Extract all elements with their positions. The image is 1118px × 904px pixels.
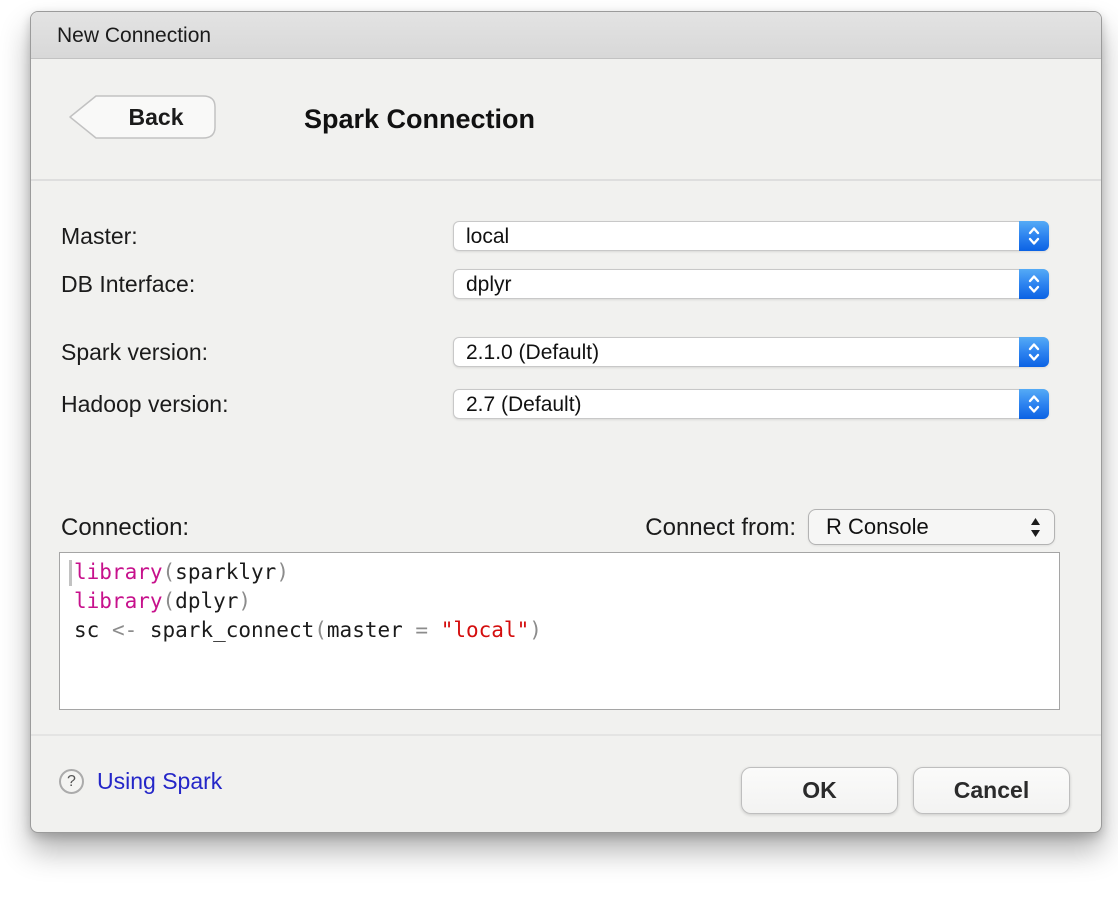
desktop-background: New Connection Back Spark Connection Mas… (0, 0, 1118, 904)
connection-code-editor[interactable]: library(sparklyr)library(dplyr)sc <- spa… (59, 552, 1060, 710)
connect-from-label: Connect from: (645, 510, 796, 546)
chevron-up-down-icon (1019, 269, 1049, 299)
help-icon[interactable]: ? (59, 769, 84, 794)
master-select-value: local (466, 222, 509, 251)
hadoop-version-select[interactable]: 2.7 (Default) (453, 389, 1049, 419)
spark-version-select-value: 2.1.0 (Default) (466, 338, 599, 367)
back-button[interactable]: Back (67, 92, 219, 142)
back-button-label: Back (95, 92, 217, 142)
dialog-titlebar: New Connection (31, 12, 1101, 59)
db-interface-select[interactable]: dplyr (453, 269, 1049, 299)
dialog-title: New Connection (57, 24, 211, 47)
up-down-arrows-icon (1029, 515, 1042, 545)
connect-from-select[interactable]: R Console (808, 509, 1055, 545)
spark-version-select[interactable]: 2.1.0 (Default) (453, 337, 1049, 367)
master-label: Master: (61, 221, 138, 251)
chevron-up-down-icon (1019, 221, 1049, 251)
text-cursor (69, 560, 72, 586)
ok-button[interactable]: OK (741, 767, 898, 814)
new-connection-dialog: New Connection Back Spark Connection Mas… (30, 11, 1102, 833)
help-icon-glyph: ? (67, 773, 76, 790)
hadoop-version-select-value: 2.7 (Default) (466, 390, 582, 419)
spark-version-label: Spark version: (61, 337, 208, 367)
page-title: Spark Connection (304, 103, 535, 135)
db-interface-select-value: dplyr (466, 270, 512, 299)
hadoop-version-label: Hadoop version: (61, 389, 229, 419)
chevron-up-down-icon (1019, 337, 1049, 367)
db-interface-label: DB Interface: (61, 269, 195, 299)
cancel-button[interactable]: Cancel (913, 767, 1070, 814)
master-select[interactable]: local (453, 221, 1049, 251)
connect-from-select-value: R Console (826, 510, 929, 544)
connection-label: Connection: (61, 510, 189, 546)
footer-divider (31, 734, 1101, 736)
chevron-up-down-icon (1019, 389, 1049, 419)
using-spark-link[interactable]: Using Spark (97, 766, 222, 796)
connection-code: library(sparklyr)library(dplyr)sc <- spa… (74, 558, 542, 645)
header-divider (31, 179, 1101, 181)
